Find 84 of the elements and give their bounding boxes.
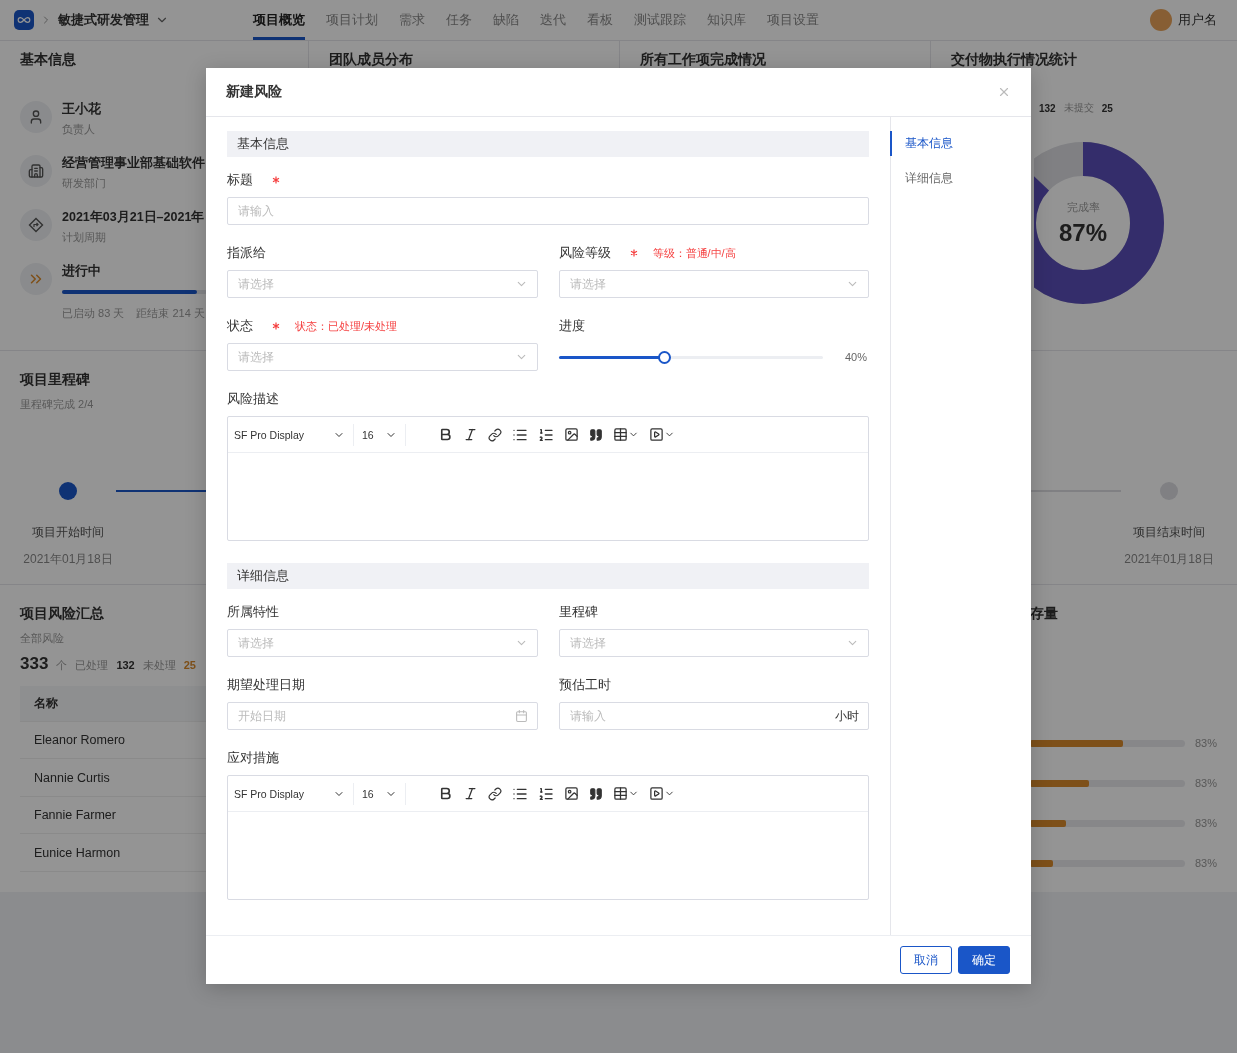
- card-title: 项目风险汇总: [20, 605, 104, 623]
- info-value: 经营管理事业部基础软件: [62, 155, 205, 172]
- bold-button[interactable]: [438, 427, 453, 442]
- handled-count: 132: [116, 659, 135, 671]
- link-button[interactable]: [488, 786, 502, 801]
- field-label: 状态: [227, 317, 253, 335]
- anchor-link[interactable]: 基本信息: [890, 131, 1031, 156]
- quote-button[interactable]: [589, 786, 603, 801]
- milestone-label: 项目开始时间: [32, 524, 104, 541]
- italic-button[interactable]: [463, 427, 478, 442]
- field-label: 风险等级: [558, 244, 611, 262]
- select-field[interactable]: 请选择: [227, 343, 538, 371]
- project-name[interactable]: 敏捷式研发管理: [58, 11, 149, 29]
- status-value: 进行中: [62, 263, 102, 280]
- card-title: 团队成员分布: [329, 51, 413, 69]
- section-header: 基本信息: [227, 131, 869, 157]
- legend-count: 132: [1039, 102, 1056, 114]
- card-title: 基本信息: [20, 51, 76, 69]
- numbered-list-button[interactable]: [538, 426, 554, 443]
- select-field[interactable]: 请选择: [558, 629, 869, 657]
- milestone-date: 2021年01月18日: [23, 551, 113, 568]
- quote-button[interactable]: [589, 427, 603, 442]
- anchor-link[interactable]: 详细信息: [890, 166, 1031, 191]
- field-hint: 等级：普通/中/高: [652, 245, 736, 261]
- risk-total: 333: [20, 654, 49, 674]
- slider-reading: 40%: [845, 351, 869, 363]
- bold-button[interactable]: [438, 786, 453, 801]
- card-title: 交付物执行情况统计: [951, 51, 1077, 69]
- unit-label: 小时: [835, 707, 859, 725]
- card-title: 所有工作项完成情况: [640, 51, 766, 69]
- rich-text-editor[interactable]: SF Pro Display 16: [227, 416, 869, 541]
- italic-button[interactable]: [463, 786, 478, 801]
- slider-thumb[interactable]: [658, 350, 672, 364]
- text-field[interactable]: 请输入: [227, 197, 869, 225]
- legend-count: 25: [1101, 102, 1113, 114]
- bar-reading: 83%: [1194, 737, 1217, 749]
- field-hint: 状态：已处理/未处理: [295, 318, 398, 334]
- font-select[interactable]: SF Pro Display: [234, 423, 354, 446]
- field-label: 指派给: [227, 244, 266, 262]
- play-icon: [649, 786, 664, 801]
- field-label: 风险描述: [227, 390, 279, 408]
- info-value: 王小花: [62, 101, 101, 118]
- pending-count: 25: [183, 659, 196, 671]
- building-icon: [28, 163, 44, 179]
- numbered-list-button[interactable]: [538, 785, 554, 802]
- milestone-date: 2021年01月18日: [1124, 551, 1214, 568]
- field-label: 进度: [558, 317, 585, 335]
- image-button[interactable]: [564, 427, 579, 442]
- field-label: 里程碑: [558, 603, 598, 621]
- image-button[interactable]: [564, 786, 579, 801]
- video-button[interactable]: [649, 427, 675, 442]
- section-header: 详细信息: [227, 563, 869, 589]
- size-select[interactable]: 16: [354, 423, 406, 446]
- table-button[interactable]: [613, 786, 639, 801]
- table-icon: [613, 786, 628, 801]
- person-icon: [28, 109, 44, 125]
- confirm-button[interactable]: 确定: [958, 946, 1010, 974]
- table-button[interactable]: [613, 427, 639, 442]
- font-select[interactable]: SF Pro Display: [234, 782, 354, 805]
- milestone-label: 项目结束时间: [1133, 524, 1205, 541]
- user-name[interactable]: 用户名: [1178, 11, 1217, 29]
- size-select[interactable]: 16: [354, 782, 406, 805]
- rich-text-editor[interactable]: SF Pro Display 16: [227, 775, 869, 900]
- cancel-button[interactable]: 取消: [900, 946, 952, 974]
- field-label: 所属特性: [227, 603, 279, 621]
- play-icon: [649, 427, 664, 442]
- date-field[interactable]: 开始日期: [227, 702, 538, 730]
- diamond-arrow-icon: [28, 217, 44, 233]
- select-field[interactable]: 请选择: [227, 270, 538, 298]
- select-field[interactable]: 请选择: [227, 629, 538, 657]
- field-label: 标题: [227, 171, 253, 189]
- card-title: 存量: [1030, 605, 1058, 623]
- bar-reading: 83%: [1194, 817, 1217, 829]
- dialog-title: 新建风险: [226, 83, 282, 101]
- bar-reading: 83%: [1194, 857, 1217, 869]
- video-button[interactable]: [649, 786, 675, 801]
- card-title: 项目里程碑: [20, 371, 90, 389]
- table-icon: [613, 427, 628, 442]
- donut-value: 87%: [1058, 218, 1107, 247]
- info-value: 2021年03月21日–2021年: [62, 209, 205, 226]
- bar-reading: 83%: [1194, 777, 1217, 789]
- select-field[interactable]: 请选择: [558, 270, 869, 298]
- logo-icon[interactable]: [14, 10, 34, 30]
- link-button[interactable]: [488, 427, 502, 442]
